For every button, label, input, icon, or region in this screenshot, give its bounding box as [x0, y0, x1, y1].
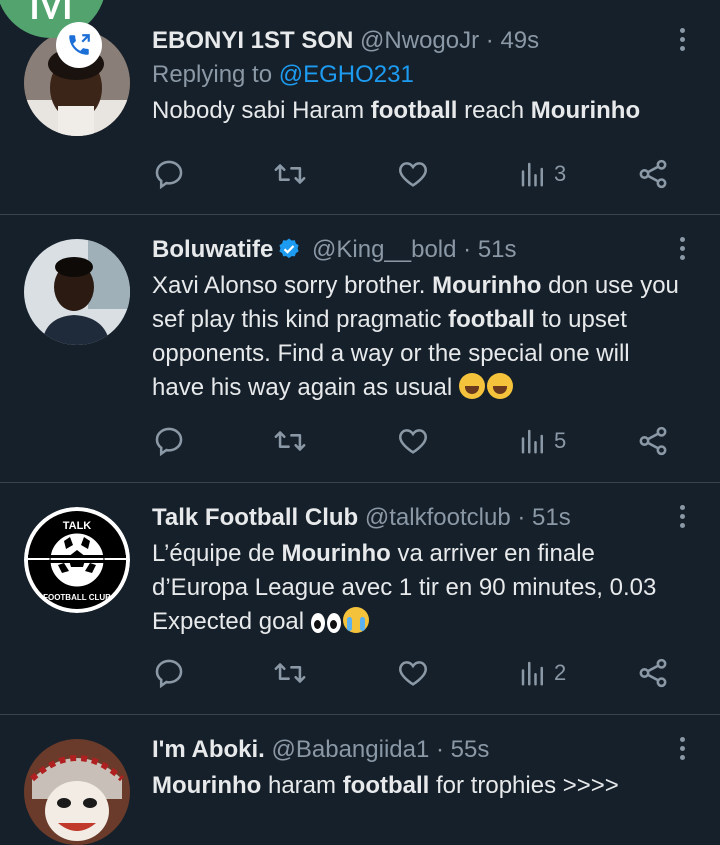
call-button[interactable] — [56, 22, 102, 68]
views-count: 3 — [554, 161, 567, 186]
face-with-tears-of-joy-icon — [486, 373, 513, 399]
eyes-icon — [310, 613, 325, 633]
verified-badge-icon — [279, 238, 299, 259]
reply-button[interactable] — [152, 154, 186, 194]
views-icon — [521, 162, 543, 187]
avatar[interactable] — [24, 239, 130, 345]
timestamp[interactable]: 51s — [532, 504, 571, 531]
share-button[interactable] — [636, 421, 670, 461]
heart-icon — [399, 429, 427, 454]
tweet[interactable]: Boluwatife @King__bold · 51s Xavi Alonso… — [0, 215, 720, 483]
tweet-actions: 3 — [152, 154, 680, 194]
tweet-actions: 2 — [152, 653, 680, 693]
share-button[interactable] — [636, 154, 670, 194]
avatar-logo-text-top: TALK — [63, 520, 92, 532]
tweet[interactable]: I'm Aboki. @Babangiida1 · 55s Mourinho h… — [0, 715, 720, 845]
tweet-header: Talk Football Club @talkfootclub · 51s — [152, 503, 680, 533]
phone-icon — [69, 34, 90, 55]
share-button[interactable] — [636, 653, 670, 693]
reply-button[interactable] — [152, 653, 186, 693]
reply-icon — [155, 160, 183, 190]
tweet-text: Mourinho haram football for trophies >>>… — [152, 769, 680, 803]
like-button[interactable] — [396, 154, 430, 194]
username[interactable]: @talkfootclub — [365, 504, 511, 531]
username[interactable]: @Babangiida1 — [272, 736, 430, 763]
username[interactable]: @NwogoJr — [360, 27, 479, 54]
separator: · — [436, 736, 444, 763]
share-icon — [639, 159, 667, 189]
more-button[interactable] — [676, 737, 688, 765]
tweet-actions: 5 — [152, 421, 680, 461]
highlighted-keyword: Mourinho — [281, 540, 391, 567]
retweet-icon — [274, 164, 306, 184]
views-button[interactable]: 3 — [518, 154, 566, 194]
reply-icon — [155, 427, 183, 457]
username[interactable]: @King__bold — [312, 236, 456, 263]
more-button[interactable] — [676, 505, 688, 533]
avatar[interactable] — [24, 739, 130, 845]
display-name[interactable]: I'm Aboki. — [152, 736, 265, 763]
share-icon — [639, 426, 667, 456]
text-segment: for trophies >>>> — [429, 772, 619, 799]
replying-label: Replying to — [152, 61, 273, 88]
like-button[interactable] — [396, 653, 430, 693]
mention-link[interactable]: @EGHO231 — [279, 61, 414, 88]
heart-icon — [399, 661, 427, 686]
heart-icon — [399, 162, 427, 187]
highlighted-keyword: Mourinho — [530, 97, 641, 124]
replying-to: Replying to @EGHO231 — [152, 60, 680, 90]
views-count: 5 — [554, 428, 567, 453]
reply-icon — [155, 659, 183, 689]
retweet-button[interactable] — [272, 653, 308, 693]
retweet-button[interactable] — [272, 421, 308, 461]
highlighted-keyword: Mourinho — [152, 772, 262, 799]
retweet-icon — [274, 431, 306, 451]
reply-button[interactable] — [152, 421, 186, 461]
display-name[interactable]: Talk Football Club — [152, 504, 358, 531]
timestamp[interactable]: 49s — [500, 27, 539, 54]
tweet-text: Nobody sabi Haram football reach Mourinh… — [152, 94, 680, 128]
retweet-icon — [274, 663, 306, 683]
tweet-header: Boluwatife @King__bold · 51s — [152, 235, 680, 265]
more-button[interactable] — [676, 237, 688, 265]
timestamp[interactable]: 55s — [451, 736, 490, 763]
text-segment: Xavi Alonso sorry brother. — [152, 272, 433, 299]
views-icon — [521, 661, 543, 686]
like-button[interactable] — [396, 421, 430, 461]
highlighted-keyword: football — [370, 97, 458, 124]
highlighted-keyword: Mourinho — [432, 272, 542, 299]
retweet-button[interactable] — [272, 154, 308, 194]
highlighted-keyword: football — [448, 306, 535, 333]
display-name[interactable]: Boluwatife — [152, 236, 273, 263]
avatar-logo-text-bottom: FOOTBALL CLUB — [43, 593, 111, 602]
text-segment: L’équipe de — [152, 540, 282, 567]
avatar[interactable]: TALK FOOTBALL CLUB — [24, 507, 130, 613]
more-button[interactable] — [676, 28, 688, 56]
text-segment: Nobody sabi Haram — [152, 97, 371, 124]
display-name[interactable]: EBONYI 1ST SON — [152, 27, 353, 54]
views-button[interactable]: 2 — [518, 653, 566, 693]
tweet[interactable]: TALK FOOTBALL CLUB Talk Football Club @t… — [0, 483, 720, 715]
tweet-text: L’équipe de Mourinho va arriver en final… — [152, 537, 680, 639]
highlighted-keyword: football — [342, 772, 430, 799]
loudly-crying-face-icon — [342, 607, 369, 633]
share-icon — [639, 658, 667, 688]
separator: · — [517, 504, 526, 531]
separator: · — [463, 236, 472, 263]
timestamp[interactable]: 51s — [478, 236, 517, 263]
text-segment: haram — [261, 772, 343, 799]
tweet-header: I'm Aboki. @Babangiida1 · 55s — [152, 735, 680, 765]
face-with-tears-of-joy-icon — [458, 373, 485, 399]
separator: · — [485, 27, 494, 54]
views-count: 2 — [554, 660, 567, 685]
text-segment: reach — [457, 97, 531, 124]
tweet[interactable]: M EBONYI 1ST SON @NwogoJr · 49s Replying… — [0, 0, 720, 215]
tweet-text-body: L’équipe de Mourinho va arriver en final… — [152, 540, 656, 635]
tweet-text-body: Xavi Alonso sorry brother. Mourinho don … — [152, 272, 679, 401]
views-icon — [521, 429, 543, 454]
views-button[interactable]: 5 — [518, 421, 566, 461]
tweet-header: EBONYI 1ST SON @NwogoJr · 49s — [152, 26, 680, 56]
eyes-icon — [326, 613, 341, 633]
tweet-text: Xavi Alonso sorry brother. Mourinho don … — [152, 269, 680, 405]
